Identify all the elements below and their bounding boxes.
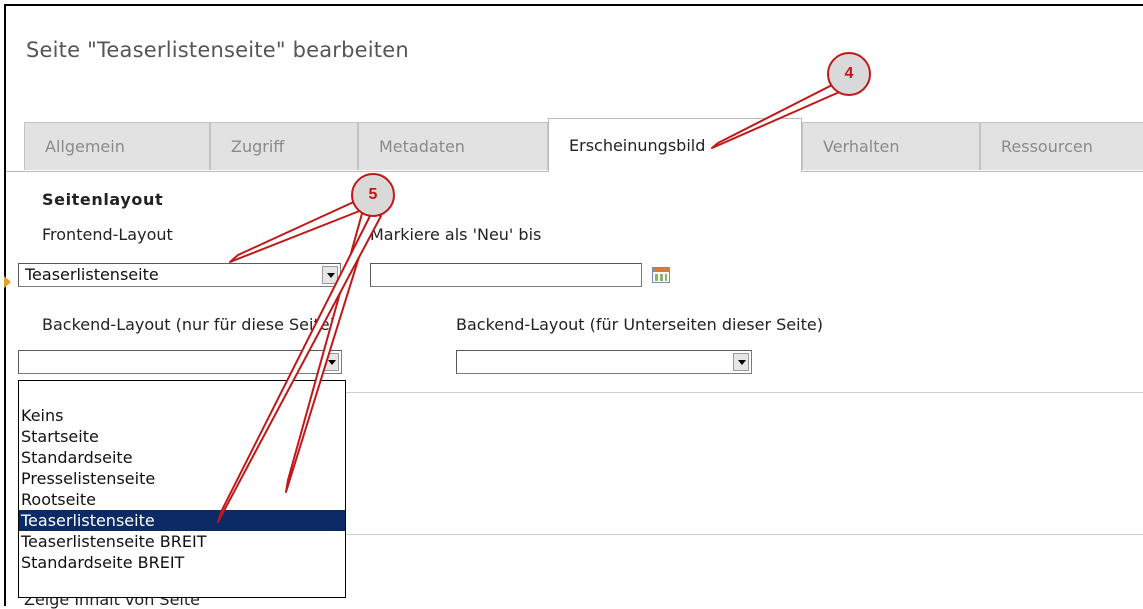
callout-4-badge: 4	[827, 52, 871, 96]
backend-layout-sub-select[interactable]	[456, 350, 752, 374]
new-until-label: Markiere als 'Neu' bis	[370, 225, 542, 244]
chevron-down-icon[interactable]	[323, 353, 339, 371]
tab-verhalten[interactable]: Verhalten	[802, 122, 980, 170]
dropdown-option-presselistenseite[interactable]: Presselistenseite	[19, 468, 345, 489]
dropdown-option-standardseite-breit[interactable]: Standardseite BREIT	[19, 552, 345, 573]
frontend-layout-select[interactable]: Teaserlistenseite	[18, 263, 341, 287]
tab-allgemein[interactable]: Allgemein	[24, 122, 210, 170]
tab-bar: Allgemein Zugriff Metadaten Erscheinungs…	[6, 118, 1143, 172]
backend-layout-this-select[interactable]	[18, 350, 342, 374]
chevron-down-icon[interactable]	[322, 266, 338, 284]
tab-ressourcen[interactable]: Ressourcen	[980, 122, 1143, 170]
backend-layout-sub-label: Backend-Layout (für Unterseiten dieser S…	[456, 315, 823, 334]
dropdown-option-empty[interactable]	[19, 384, 345, 405]
dropdown-option-teaserlistenseite-breit[interactable]: Teaserlistenseite BREIT	[19, 531, 345, 552]
backend-layout-this-label: Backend-Layout (nur für diese Seite)	[42, 315, 336, 334]
tab-metadaten[interactable]: Metadaten	[358, 122, 548, 170]
new-until-input[interactable]	[370, 263, 642, 287]
dropdown-option-rootseite[interactable]: Rootseite	[19, 489, 345, 510]
calendar-icon[interactable]	[652, 267, 670, 283]
frontend-layout-label: Frontend-Layout	[42, 225, 173, 244]
tab-zugriff[interactable]: Zugriff	[210, 122, 358, 170]
section-divider	[346, 534, 1143, 535]
backend-layout-dropdown-list: Keins Startseite Standardseite Presselis…	[18, 380, 346, 598]
arrow-marker-icon	[4, 276, 11, 288]
section-title: Seitenlayout	[42, 190, 164, 209]
dropdown-option-keins[interactable]: Keins	[19, 405, 345, 426]
callout-5-badge: 5	[351, 173, 395, 217]
dropdown-option-startseite[interactable]: Startseite	[19, 426, 345, 447]
page-title: Seite "Teaserlistenseite" bearbeiten	[26, 38, 409, 62]
tab-erscheinungsbild[interactable]: Erscheinungsbild	[548, 118, 802, 172]
chevron-down-icon[interactable]	[733, 353, 749, 371]
section-divider	[346, 392, 1143, 393]
frontend-layout-value: Teaserlistenseite	[25, 265, 159, 284]
dropdown-option-teaserlistenseite[interactable]: Teaserlistenseite	[19, 510, 345, 531]
dropdown-option-standardseite[interactable]: Standardseite	[19, 447, 345, 468]
